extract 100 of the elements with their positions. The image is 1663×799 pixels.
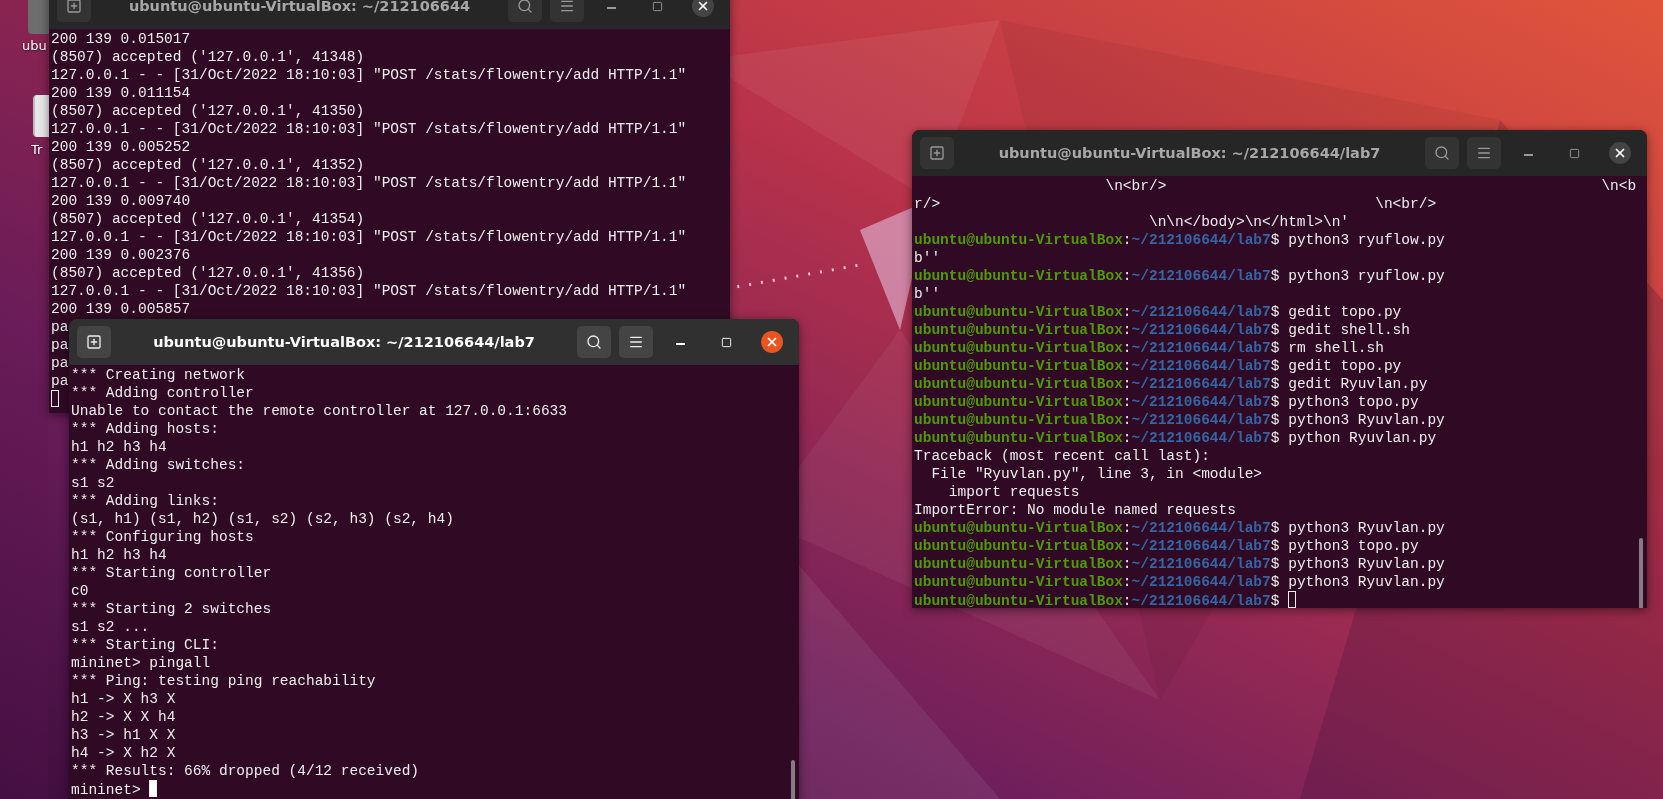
terminal-line: 200 139 0.011154	[51, 84, 191, 102]
terminal-line: ubuntu@ubuntu-VirtualBox:~/212106644/lab7$ gedit topo.py	[914, 357, 1402, 375]
terminal-line: h2 -> X X h4	[71, 708, 176, 726]
terminal-line: *** Adding links:	[71, 492, 219, 510]
terminal-line: *** Results: 66% dropped (4/12 received)	[71, 762, 420, 780]
close-button[interactable]	[761, 331, 783, 353]
terminal-line: 200 139 0.005252	[51, 138, 191, 156]
terminal-line: *** Adding switches:	[71, 456, 246, 474]
terminal-line: c0	[71, 582, 89, 600]
icon-label: ubu	[22, 38, 47, 53]
minimize-icon	[1523, 154, 1533, 156]
terminal-line: *** Starting CLI:	[71, 636, 219, 654]
terminal-line: import requests	[947, 483, 1080, 501]
maximize-icon	[1568, 147, 1580, 159]
terminal-line: ubuntu@ubuntu-VirtualBox:~/212106644/lab7$ python3 ryuflow.py	[914, 231, 1445, 249]
terminal-line: ubuntu@ubuntu-VirtualBox:~/212106644/lab7$ python3 ryuflow.py	[914, 267, 1445, 285]
terminal-line: Unable to contact the remote controller at 127.0.0.1:6633	[71, 402, 567, 420]
terminal-line: 127.0.0.1 - - [31/Oct/2022 18:10:03] "POST /stats/flowentry/add HTTP/1.1"	[51, 228, 687, 246]
search-icon	[586, 334, 602, 350]
search-icon	[1434, 145, 1450, 161]
terminal-line: h1 h2 h3 h4	[71, 546, 167, 564]
menu-icon	[1476, 145, 1492, 161]
terminal-line: 200 139 0.009740	[51, 192, 191, 210]
terminal-line: (8507) accepted ('127.0.0.1', 41348)	[51, 48, 365, 66]
window-title: ubuntu@ubuntu-VirtualBox: ~/212106644/lab7	[152, 334, 536, 350]
terminal-line: ubuntu@ubuntu-VirtualBox:~/212106644/lab7$ gedit shell.sh	[914, 321, 1410, 339]
terminal-line: *** Starting 2 switches	[71, 600, 272, 618]
terminal-line: pa	[51, 354, 69, 372]
search-button[interactable]	[577, 326, 611, 358]
terminal-line: \n\n</body>\n</html>\n'	[1147, 213, 1350, 231]
terminal-line: *** Configuring hosts	[71, 528, 254, 546]
scrollbar[interactable]	[1639, 538, 1643, 608]
terminal-line: *** Starting controller	[71, 564, 272, 582]
menu-button[interactable]	[1467, 137, 1501, 169]
terminal-line: 127.0.0.1 - - [31/Oct/2022 18:10:03] "POST /stats/flowentry/add HTTP/1.1"	[51, 282, 687, 300]
terminal-line: (8507) accepted ('127.0.0.1', 41356)	[51, 264, 365, 282]
new-tab-icon	[929, 145, 945, 161]
terminal-line: ubuntu@ubuntu-VirtualBox:~/212106644/lab7$ python3 topo.py	[914, 393, 1419, 411]
terminal-line: 200 139 0.015017	[51, 30, 191, 48]
close-icon	[1613, 146, 1627, 160]
terminal-line: ubuntu@ubuntu-VirtualBox:~/212106644/lab7$ python3 Ryuvlan.py	[914, 519, 1445, 537]
menu-icon	[628, 334, 644, 350]
terminal-line: (8507) accepted ('127.0.0.1', 41352)	[51, 156, 365, 174]
close-icon	[765, 335, 779, 349]
terminal-line: *** Adding controller	[71, 384, 254, 402]
terminal-line: mininet> pingall	[71, 654, 211, 672]
terminal-line: h3 -> h1 X X	[71, 726, 176, 744]
terminal-line: s1 s2 ...	[71, 618, 150, 636]
close-button[interactable]	[692, 0, 714, 17]
terminal-line: ubuntu@ubuntu-VirtualBox:~/212106644/lab7$ python Ryuvlan.py	[914, 429, 1437, 447]
terminal-line: ubuntu@ubuntu-VirtualBox:~/212106644/lab7$ python3 topo.py	[914, 537, 1419, 555]
terminal-line: ubuntu@ubuntu-VirtualBox:~/212106644/lab7$ rm shell.sh	[914, 339, 1384, 357]
new-tab-button[interactable]	[920, 137, 954, 169]
minimize-icon	[606, 7, 616, 9]
menu-button[interactable]	[619, 326, 653, 358]
terminal-line: r/> \n<br/>	[914, 195, 1437, 213]
icon-label: Tr	[31, 142, 43, 157]
new-tab-icon	[86, 334, 102, 350]
terminal-line: 200 139 0.002376	[51, 246, 191, 264]
terminal-line: 200 139 0.005857	[51, 300, 191, 318]
terminal-line: (s1, h1) (s1, h2) (s1, s2) (s2, h3) (s2, h4)	[71, 510, 454, 528]
terminal-line: ubuntu@ubuntu-VirtualBox:~/212106644/lab7$ python3 Ryuvlan.py	[914, 411, 1445, 429]
terminal-line: 127.0.0.1 - - [31/Oct/2022 18:10:03] "POST /stats/flowentry/add HTTP/1.1"	[51, 174, 687, 192]
terminal-line: s1 s2	[71, 474, 115, 492]
window-title: ubuntu@ubuntu-VirtualBox: ~/212106644	[127, 0, 472, 14]
terminal-line: *** Adding hosts:	[71, 420, 219, 438]
menu-icon	[559, 0, 575, 14]
terminal-line: ubuntu@ubuntu-VirtualBox:~/212106644/lab7$ python3 Ryuvlan.py	[914, 573, 1445, 591]
terminal-line: 127.0.0.1 - - [31/Oct/2022 18:10:03] "POST /stats/flowentry/add HTTP/1.1"	[51, 66, 687, 84]
terminal-line: h4 -> X h2 X	[71, 744, 176, 762]
search-icon	[517, 0, 533, 14]
close-icon	[696, 0, 710, 13]
terminal-line: File "Ryuvlan.py", line 3, in <module>	[930, 465, 1263, 483]
new-tab-button[interactable]	[77, 326, 111, 358]
maximize-icon	[651, 0, 663, 12]
terminal-line: h1 h2 h3 h4	[71, 438, 167, 456]
terminal-line: pa	[51, 336, 69, 354]
minimize-icon	[675, 343, 685, 345]
terminal-line: *** Creating network	[71, 366, 246, 384]
terminal-line: *** Ping: testing ping reachability	[71, 672, 376, 690]
terminal-line: (8507) accepted ('127.0.0.1', 41350)	[51, 102, 365, 120]
terminal-line: ubuntu@ubuntu-VirtualBox:~/212106644/lab7$	[914, 591, 1297, 608]
maximize-icon	[720, 336, 732, 348]
terminal-line: mininet>	[71, 780, 158, 798]
window-title: ubuntu@ubuntu-VirtualBox: ~/212106644/lab7	[997, 145, 1382, 161]
terminal-line: pa	[51, 372, 69, 390]
terminal-line: b''	[914, 249, 941, 267]
terminal-line: Traceback (most recent call last):	[914, 447, 1210, 465]
terminal-line: h1 -> X h3 X	[71, 690, 176, 708]
terminal-line: ubuntu@ubuntu-VirtualBox:~/212106644/lab7$ python3 Ryuvlan.py	[914, 555, 1445, 573]
new-tab-icon	[66, 0, 82, 14]
terminal-line: b''	[914, 285, 941, 303]
terminal-line: 127.0.0.1 - - [31/Oct/2022 18:10:03] "POST /stats/flowentry/add HTTP/1.1"	[51, 120, 687, 138]
terminal-line: \n<br/> \n<b	[1104, 177, 1637, 195]
terminal-line: ubuntu@ubuntu-VirtualBox:~/212106644/lab7$ gedit topo.py	[914, 303, 1402, 321]
terminal-line: ubuntu@ubuntu-VirtualBox:~/212106644/lab7$ gedit Ryuvlan.py	[914, 375, 1428, 393]
search-button[interactable]	[1425, 137, 1459, 169]
close-button[interactable]	[1609, 142, 1631, 164]
terminal-line: (8507) accepted ('127.0.0.1', 41354)	[51, 210, 365, 228]
terminal-line: ImportError: No module named requests	[914, 501, 1236, 519]
